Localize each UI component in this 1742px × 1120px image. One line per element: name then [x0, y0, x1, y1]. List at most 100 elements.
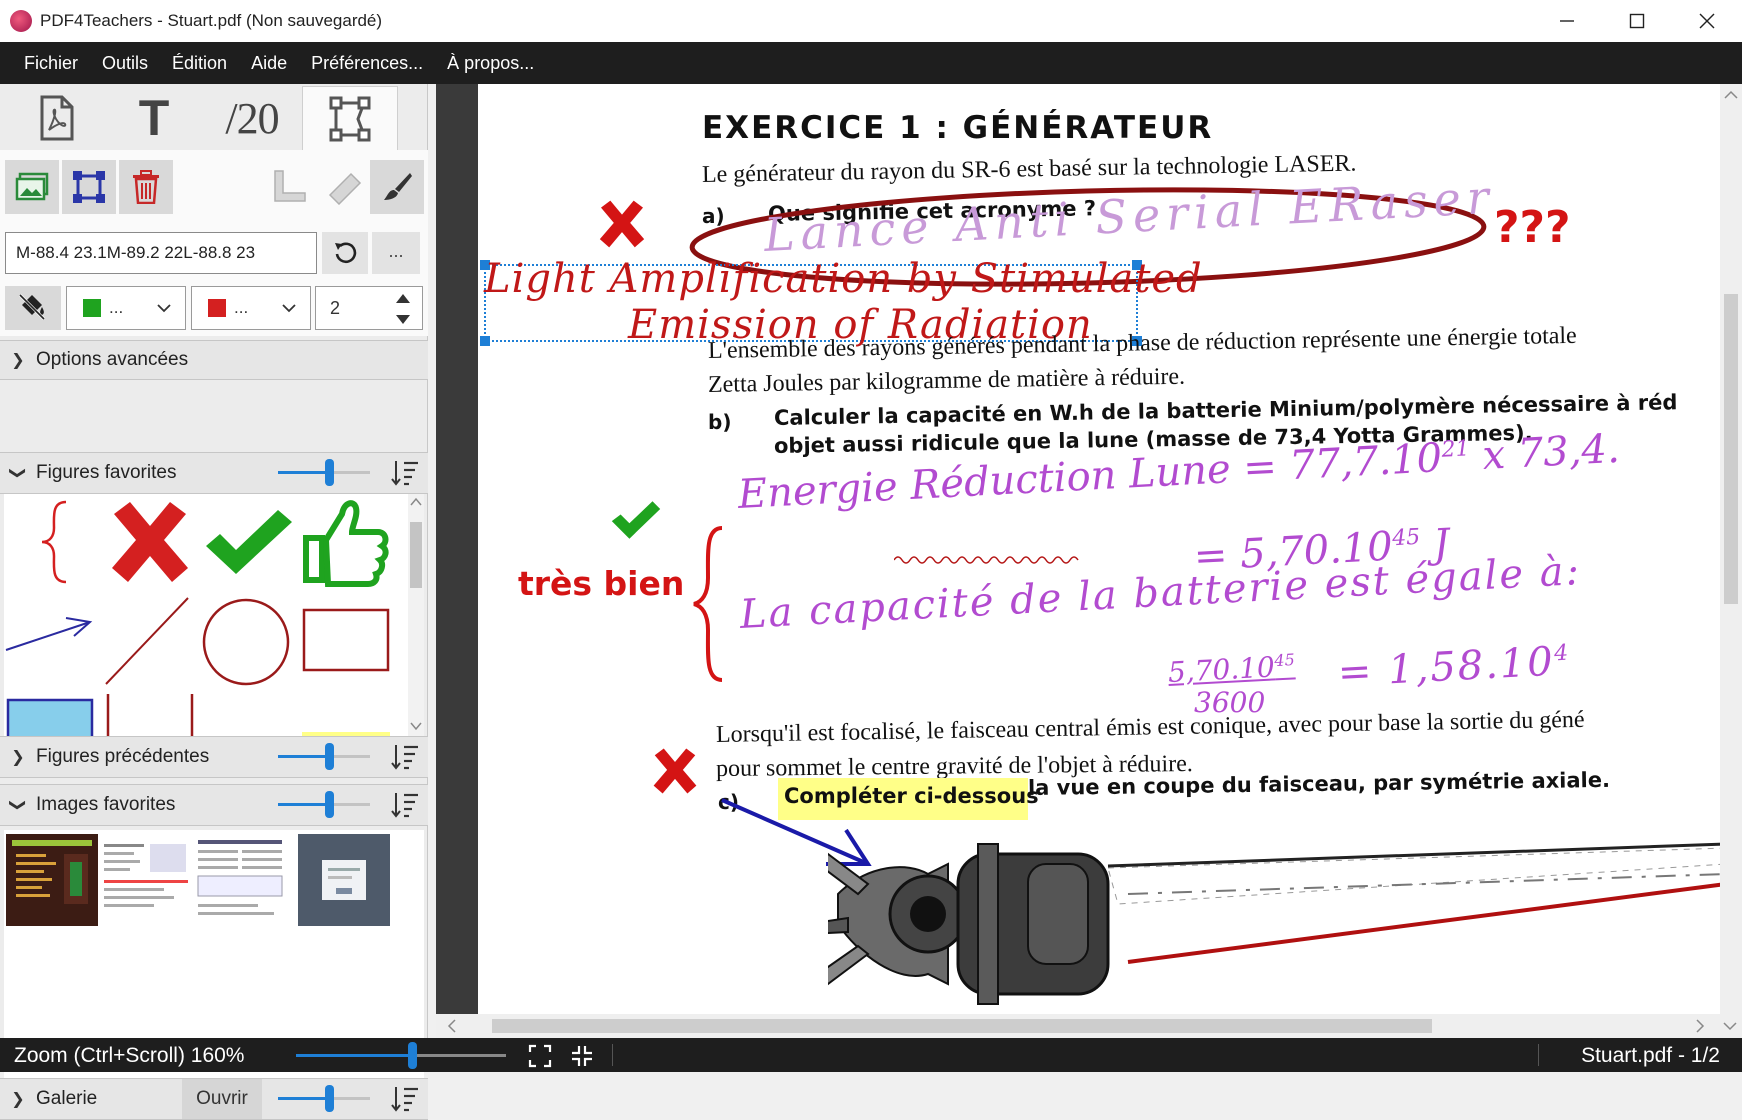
section-advanced-options[interactable]: ❯ Options avancées — [0, 340, 428, 380]
sort-icon[interactable] — [390, 459, 420, 487]
spellcheck-underline — [894, 556, 1079, 564]
status-divider — [1538, 1044, 1539, 1066]
fill-toggle-button[interactable] — [5, 286, 61, 330]
add-image-button[interactable] — [5, 160, 59, 214]
sort-icon[interactable] — [390, 791, 420, 819]
image-thumbnail[interactable] — [6, 834, 98, 926]
curly-brace-icon[interactable] — [690, 524, 726, 684]
favorites-size-slider[interactable] — [278, 459, 370, 486]
pdf-file-icon — [40, 95, 74, 141]
slider-handle[interactable] — [324, 743, 334, 770]
scroll-up-icon[interactable] — [1720, 84, 1742, 106]
image-thumbnail[interactable] — [298, 834, 390, 926]
menu-outils[interactable]: Outils — [90, 42, 160, 84]
thumbs-up-shape[interactable] — [298, 494, 394, 590]
question-marks-annotation[interactable]: ??? — [1494, 202, 1571, 253]
image-thumbnail[interactable] — [194, 834, 286, 926]
slider-handle[interactable] — [324, 791, 334, 818]
fit-width-icon[interactable] — [570, 1044, 594, 1068]
vertical-scrollbar[interactable] — [1720, 84, 1742, 1014]
image-thumbnail[interactable] — [100, 834, 192, 926]
red-cross-shape[interactable] — [102, 494, 198, 590]
resize-handle[interactable] — [480, 336, 490, 346]
select-shape-button[interactable] — [62, 160, 116, 214]
red-cross-icon[interactable] — [648, 744, 702, 798]
menu-aide[interactable]: Aide — [239, 42, 299, 84]
images-size-slider[interactable] — [278, 791, 370, 818]
exponent: 45 — [1391, 524, 1421, 552]
stroke-width-spinner[interactable]: 2 — [315, 286, 423, 330]
section-favorite-shapes[interactable]: ❯ Figures favorites — [0, 452, 428, 494]
previous-size-slider[interactable] — [278, 743, 370, 770]
angle-ruler-button[interactable] — [262, 160, 316, 214]
chevron-down-icon — [282, 304, 296, 313]
scroll-thumb[interactable] — [410, 522, 422, 588]
green-check-icon — [206, 510, 292, 574]
status-bar: Zoom (Ctrl+Scroll) 160% Stuart.pdf - 1/2 — [0, 1038, 1742, 1072]
scroll-right-icon[interactable] — [1690, 1016, 1710, 1036]
sort-icon[interactable] — [390, 743, 420, 771]
tab-files[interactable] — [8, 86, 104, 150]
horizontal-scrollbar[interactable] — [436, 1014, 1742, 1038]
reset-path-button[interactable] — [322, 232, 368, 274]
rectangle-shape[interactable] — [298, 594, 394, 690]
scroll-thumb[interactable] — [1724, 294, 1738, 604]
spin-down-icon[interactable] — [396, 315, 410, 324]
page-indicator: Stuart.pdf - 1/2 — [1581, 1044, 1720, 1067]
gallery-size-slider[interactable] — [278, 1085, 370, 1112]
shapes-scrollbar[interactable] — [408, 494, 424, 736]
tab-grades[interactable]: /20 — [204, 86, 300, 150]
pdf-page[interactable]: EXERCICE 1 : GÉNÉRATEUR Le générateur du… — [478, 84, 1726, 1014]
ruler-button[interactable] — [318, 160, 372, 214]
tab-vector[interactable] — [302, 86, 398, 150]
menu-edition[interactable]: Édition — [160, 42, 239, 84]
stroke-color-select[interactable]: ... — [191, 286, 311, 330]
slider-handle[interactable] — [324, 459, 334, 486]
comment-annotation[interactable]: très bien — [518, 564, 684, 603]
arrow-icon — [5, 617, 93, 651]
menu-preferences[interactable]: Préférences... — [299, 42, 435, 84]
section-gallery[interactable]: ❯ Galerie Ouvrir — [0, 1078, 428, 1120]
outline-rectangle-shape[interactable] — [102, 686, 198, 736]
zoom-slider-handle[interactable] — [407, 1042, 417, 1069]
highlight-shape[interactable] — [298, 694, 394, 736]
svg-path-input[interactable]: M-88.4 23.1M-89.2 22L-88.8 23 — [5, 232, 317, 274]
section-previous-shapes[interactable]: ❯ Figures précédentes — [0, 736, 428, 778]
blue-rectangle-shape[interactable] — [4, 694, 100, 736]
minimize-button[interactable] — [1532, 0, 1602, 42]
document-viewer[interactable]: EXERCICE 1 : GÉNÉRATEUR Le générateur du… — [436, 84, 1742, 1038]
rectangle-icon — [106, 686, 194, 736]
green-check-shape[interactable] — [200, 494, 296, 590]
tab-text[interactable]: T — [106, 86, 202, 150]
section-title: Galerie — [36, 1088, 98, 1109]
section-title: Images favorites — [36, 794, 176, 815]
open-gallery-button[interactable]: Ouvrir — [182, 1079, 262, 1119]
vector-shape-icon — [329, 96, 371, 141]
question-b-line-1: Calculer la capacité en W.h de la batter… — [773, 390, 1678, 430]
slider-handle[interactable] — [324, 1085, 334, 1112]
fit-page-icon[interactable] — [528, 1044, 552, 1068]
sort-icon[interactable] — [390, 1085, 420, 1113]
close-button[interactable] — [1672, 0, 1742, 42]
arrow-shape[interactable] — [4, 594, 100, 690]
red-cross-icon[interactable] — [594, 196, 650, 252]
scroll-thumb[interactable] — [492, 1019, 1432, 1033]
menu-fichier[interactable]: Fichier — [12, 42, 90, 84]
zoom-slider[interactable] — [296, 1042, 506, 1069]
more-options-button[interactable]: ... — [372, 232, 420, 274]
scroll-down-icon[interactable] — [408, 718, 424, 734]
section-favorite-images[interactable]: ❯ Images favorites — [0, 784, 428, 826]
green-check-icon[interactable] — [608, 498, 664, 542]
scroll-up-icon[interactable] — [408, 494, 424, 510]
scroll-left-icon[interactable] — [442, 1016, 462, 1036]
brush-button[interactable] — [370, 160, 424, 214]
menu-a-propos[interactable]: À propos... — [435, 42, 546, 84]
delete-button[interactable] — [119, 160, 173, 214]
circle-shape[interactable] — [200, 594, 296, 690]
fill-color-select[interactable]: ... — [66, 286, 186, 330]
line-shape[interactable] — [102, 594, 198, 690]
scroll-down-icon[interactable] — [1720, 1016, 1740, 1036]
spin-up-icon[interactable] — [396, 294, 410, 303]
brace-shape[interactable] — [4, 494, 100, 590]
maximize-button[interactable] — [1602, 0, 1672, 42]
